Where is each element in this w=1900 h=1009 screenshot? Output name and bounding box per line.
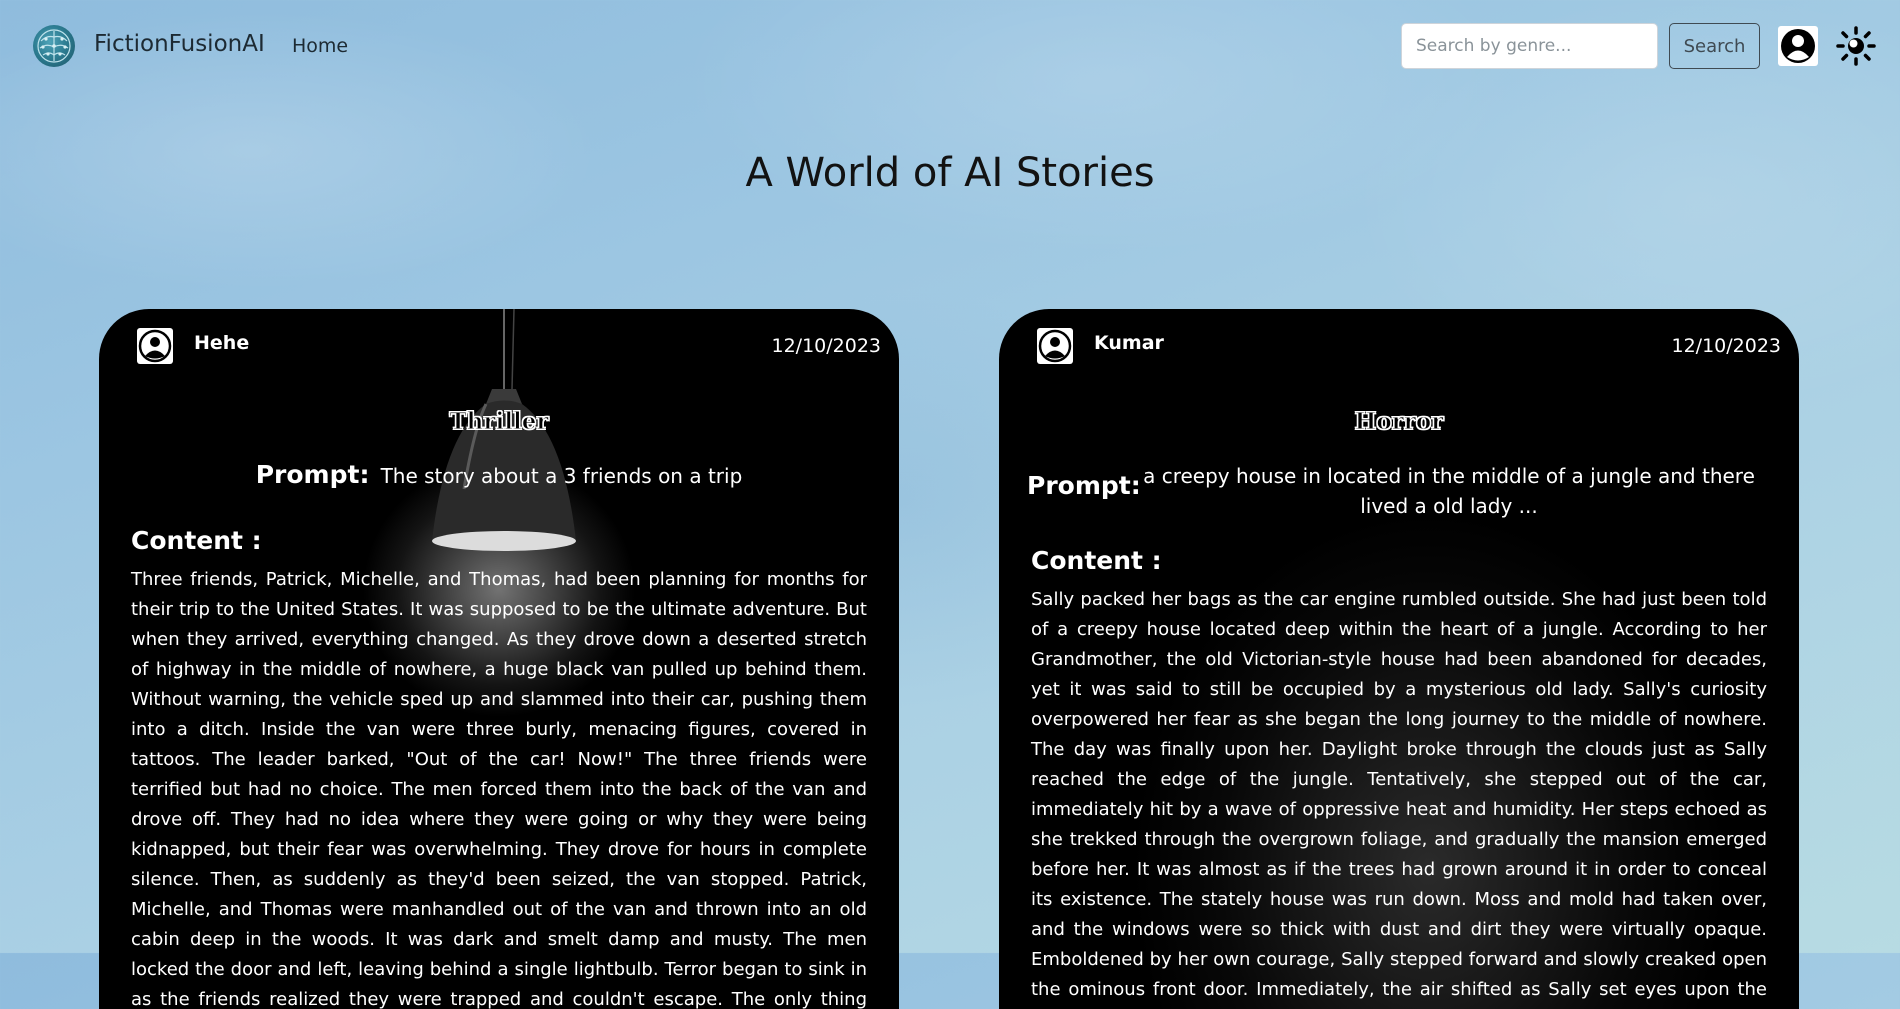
story-card[interactable]: Kumar 12/10/2023 Horror Prompt: a creepy… bbox=[999, 309, 1799, 1009]
search-button[interactable]: Search bbox=[1669, 23, 1760, 69]
content-label: Content : bbox=[131, 526, 262, 555]
user-circle-icon bbox=[1781, 29, 1815, 63]
author-avatar-icon bbox=[1037, 328, 1073, 364]
prompt-text: a creepy house in located in the middle … bbox=[1143, 464, 1755, 518]
story-content: Three friends, Patrick, Michelle, and Th… bbox=[131, 569, 867, 1009]
author-name: Kumar bbox=[1094, 332, 1164, 354]
theme-toggle-button[interactable] bbox=[1836, 26, 1876, 66]
prompt-label: Prompt: bbox=[1027, 471, 1141, 500]
author-name: Hehe bbox=[194, 332, 250, 354]
author-avatar-icon bbox=[137, 328, 173, 364]
genre-label: Horror bbox=[1354, 408, 1444, 436]
genre-search-input[interactable] bbox=[1401, 23, 1658, 69]
prompt-text: The story about a 3 friends on a trip bbox=[380, 464, 743, 488]
prompt-label: Prompt: bbox=[255, 460, 370, 489]
story-date: 12/10/2023 bbox=[1671, 335, 1781, 357]
nav-link-home[interactable]: Home bbox=[292, 35, 348, 57]
sun-icon bbox=[1836, 26, 1876, 66]
brain-logo-icon[interactable] bbox=[33, 25, 75, 67]
story-content: Sally packed her bags as the car engine … bbox=[1031, 589, 1767, 1000]
content-label: Content : bbox=[1031, 546, 1162, 575]
user-profile-button[interactable] bbox=[1778, 26, 1818, 66]
genre-label: Thriller bbox=[449, 408, 549, 436]
story-card[interactable]: Hehe 12/10/2023 Thriller Prompt: The sto… bbox=[99, 309, 899, 1009]
prompt-row: Prompt: The story about a 3 friends on a… bbox=[99, 460, 899, 489]
brand-name[interactable]: FictionFusionAI bbox=[94, 31, 265, 57]
story-date: 12/10/2023 bbox=[771, 335, 881, 357]
page-title: A World of AI Stories bbox=[745, 150, 1155, 196]
navbar: FictionFusionAI Home Search bbox=[0, 0, 1900, 95]
